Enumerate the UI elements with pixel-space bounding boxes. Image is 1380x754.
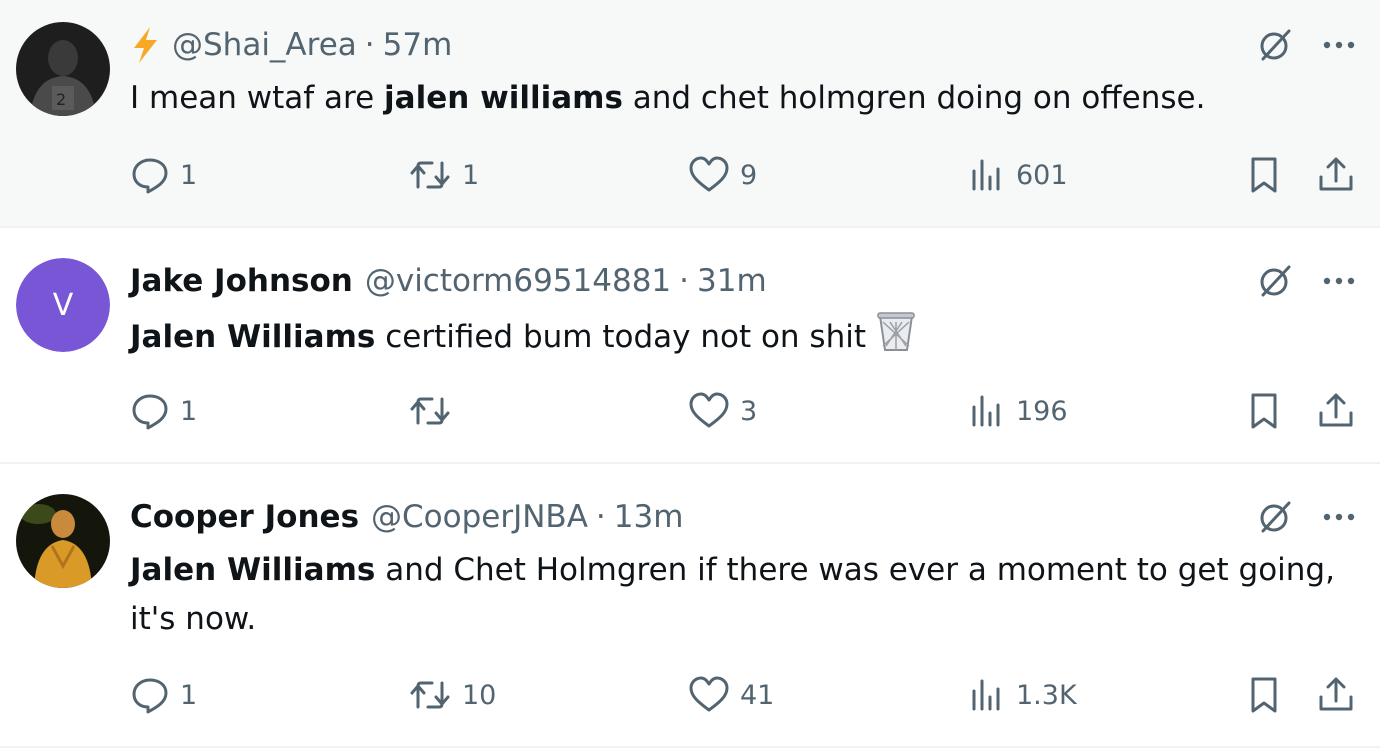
like-button[interactable]: 41 bbox=[688, 673, 774, 717]
like-count: 3 bbox=[740, 395, 758, 427]
share-icon bbox=[1319, 677, 1353, 711]
bookmark-button[interactable] bbox=[1244, 673, 1284, 717]
tweet-3[interactable]: Cooper Jones @CooperJNBA · 13m Jalen Wil… bbox=[0, 464, 1380, 748]
like-icon bbox=[689, 392, 729, 428]
views-button[interactable]: 196 bbox=[968, 389, 1068, 433]
tweet-text: Jalen Williams certified bum today not o… bbox=[130, 310, 1360, 367]
more-icon[interactable] bbox=[1318, 260, 1360, 302]
bookmark-icon bbox=[1251, 157, 1277, 193]
tweet-text: I mean wtaf are jalen williams and chet … bbox=[130, 74, 1360, 123]
tweet-text-post: and chet holmgren doing on offense. bbox=[622, 80, 1206, 116]
separator-dot: · bbox=[679, 263, 690, 299]
like-count: 9 bbox=[740, 159, 758, 191]
reply-icon bbox=[132, 678, 168, 714]
reply-button[interactable]: 1 bbox=[130, 389, 197, 433]
lightning-bolt-icon bbox=[130, 26, 160, 64]
tweet-1[interactable]: 2 @Shai_Area · 57m I mean wtaf are jalen… bbox=[0, 0, 1380, 228]
retweet-button[interactable]: 1 bbox=[408, 153, 479, 197]
share-button[interactable] bbox=[1316, 389, 1356, 433]
bookmark-button[interactable] bbox=[1244, 153, 1284, 197]
views-count: 601 bbox=[1016, 159, 1068, 191]
views-button[interactable]: 1.3K bbox=[968, 673, 1077, 717]
tweet-text-bold: Jalen Williams bbox=[130, 319, 376, 355]
like-button[interactable]: 9 bbox=[688, 153, 757, 197]
separator-dot: · bbox=[364, 27, 375, 63]
timestamp[interactable]: 57m bbox=[383, 27, 453, 63]
avatar[interactable]: V bbox=[16, 258, 110, 352]
views-icon bbox=[972, 395, 1000, 427]
author-handle[interactable]: @victorm69514881 bbox=[365, 263, 671, 299]
tweet-text-bold: jalen williams bbox=[384, 80, 623, 116]
wastebasket-emoji bbox=[876, 310, 916, 367]
reply-count: 1 bbox=[180, 679, 198, 711]
retweet-count: 10 bbox=[462, 679, 497, 711]
retweet-count: 1 bbox=[462, 159, 480, 191]
author-handle[interactable]: @CooperJNBA bbox=[371, 499, 588, 535]
retweet-button[interactable]: 10 bbox=[408, 673, 496, 717]
avatar[interactable] bbox=[16, 494, 110, 588]
like-button[interactable]: 3 bbox=[688, 389, 757, 433]
reply-button[interactable]: 1 bbox=[130, 153, 197, 197]
share-button[interactable] bbox=[1316, 673, 1356, 717]
retweet-icon bbox=[410, 397, 450, 425]
like-icon bbox=[689, 156, 729, 192]
timestamp[interactable]: 31m bbox=[697, 263, 767, 299]
avatar-letter: V bbox=[16, 258, 110, 352]
grok-icon[interactable] bbox=[1254, 24, 1296, 66]
reply-button[interactable]: 1 bbox=[130, 673, 197, 717]
retweet-button[interactable] bbox=[408, 389, 462, 433]
tweet-text-post: certified bum today not on shit bbox=[375, 319, 876, 355]
grok-icon[interactable] bbox=[1254, 496, 1296, 538]
tweet-text-bold: Jalen Williams bbox=[130, 552, 376, 588]
more-icon[interactable] bbox=[1318, 24, 1360, 66]
tweet-header: Jake Johnson @victorm69514881 · 31m bbox=[130, 261, 767, 301]
author-handle[interactable]: @Shai_Area bbox=[172, 27, 357, 63]
bookmark-icon bbox=[1251, 677, 1277, 713]
action-bar: 1 3 196 bbox=[0, 389, 1380, 433]
author-name[interactable]: Jake Johnson bbox=[130, 263, 353, 299]
reply-count: 1 bbox=[180, 395, 198, 427]
bookmark-icon bbox=[1251, 393, 1277, 429]
views-count: 1.3K bbox=[1016, 679, 1077, 711]
action-bar: 1 10 41 1.3K bbox=[0, 673, 1380, 717]
tweet-header: @Shai_Area · 57m bbox=[130, 25, 452, 65]
tweet-text-pre: I mean wtaf are bbox=[130, 80, 385, 116]
avatar-image bbox=[16, 494, 110, 588]
timestamp[interactable]: 13m bbox=[614, 499, 684, 535]
views-icon bbox=[972, 679, 1000, 711]
author-name[interactable]: Cooper Jones bbox=[130, 499, 359, 535]
retweet-icon bbox=[410, 161, 450, 189]
separator-dot: · bbox=[595, 499, 606, 535]
reply-icon bbox=[132, 158, 168, 194]
reply-icon bbox=[132, 394, 168, 430]
like-icon bbox=[689, 676, 729, 712]
avatar[interactable]: 2 bbox=[16, 22, 110, 116]
like-count: 41 bbox=[740, 679, 775, 711]
retweet-icon bbox=[410, 681, 450, 709]
svg-text:2: 2 bbox=[56, 90, 66, 109]
share-icon bbox=[1319, 393, 1353, 427]
views-count: 196 bbox=[1016, 395, 1068, 427]
tweet-header: Cooper Jones @CooperJNBA · 13m bbox=[130, 497, 683, 537]
views-button[interactable]: 601 bbox=[968, 153, 1068, 197]
tweet-2[interactable]: V Jake Johnson @victorm69514881 · 31m Ja… bbox=[0, 228, 1380, 464]
views-icon bbox=[972, 159, 1000, 191]
bookmark-button[interactable] bbox=[1244, 389, 1284, 433]
reply-count: 1 bbox=[180, 159, 198, 191]
share-icon bbox=[1319, 157, 1353, 191]
action-bar: 1 1 9 601 bbox=[0, 153, 1380, 197]
more-icon[interactable] bbox=[1318, 496, 1360, 538]
avatar-image: 2 bbox=[16, 22, 110, 116]
tweet-text: Jalen Williams and Chet Holmgren if ther… bbox=[130, 546, 1360, 644]
share-button[interactable] bbox=[1316, 153, 1356, 197]
grok-icon[interactable] bbox=[1254, 260, 1296, 302]
